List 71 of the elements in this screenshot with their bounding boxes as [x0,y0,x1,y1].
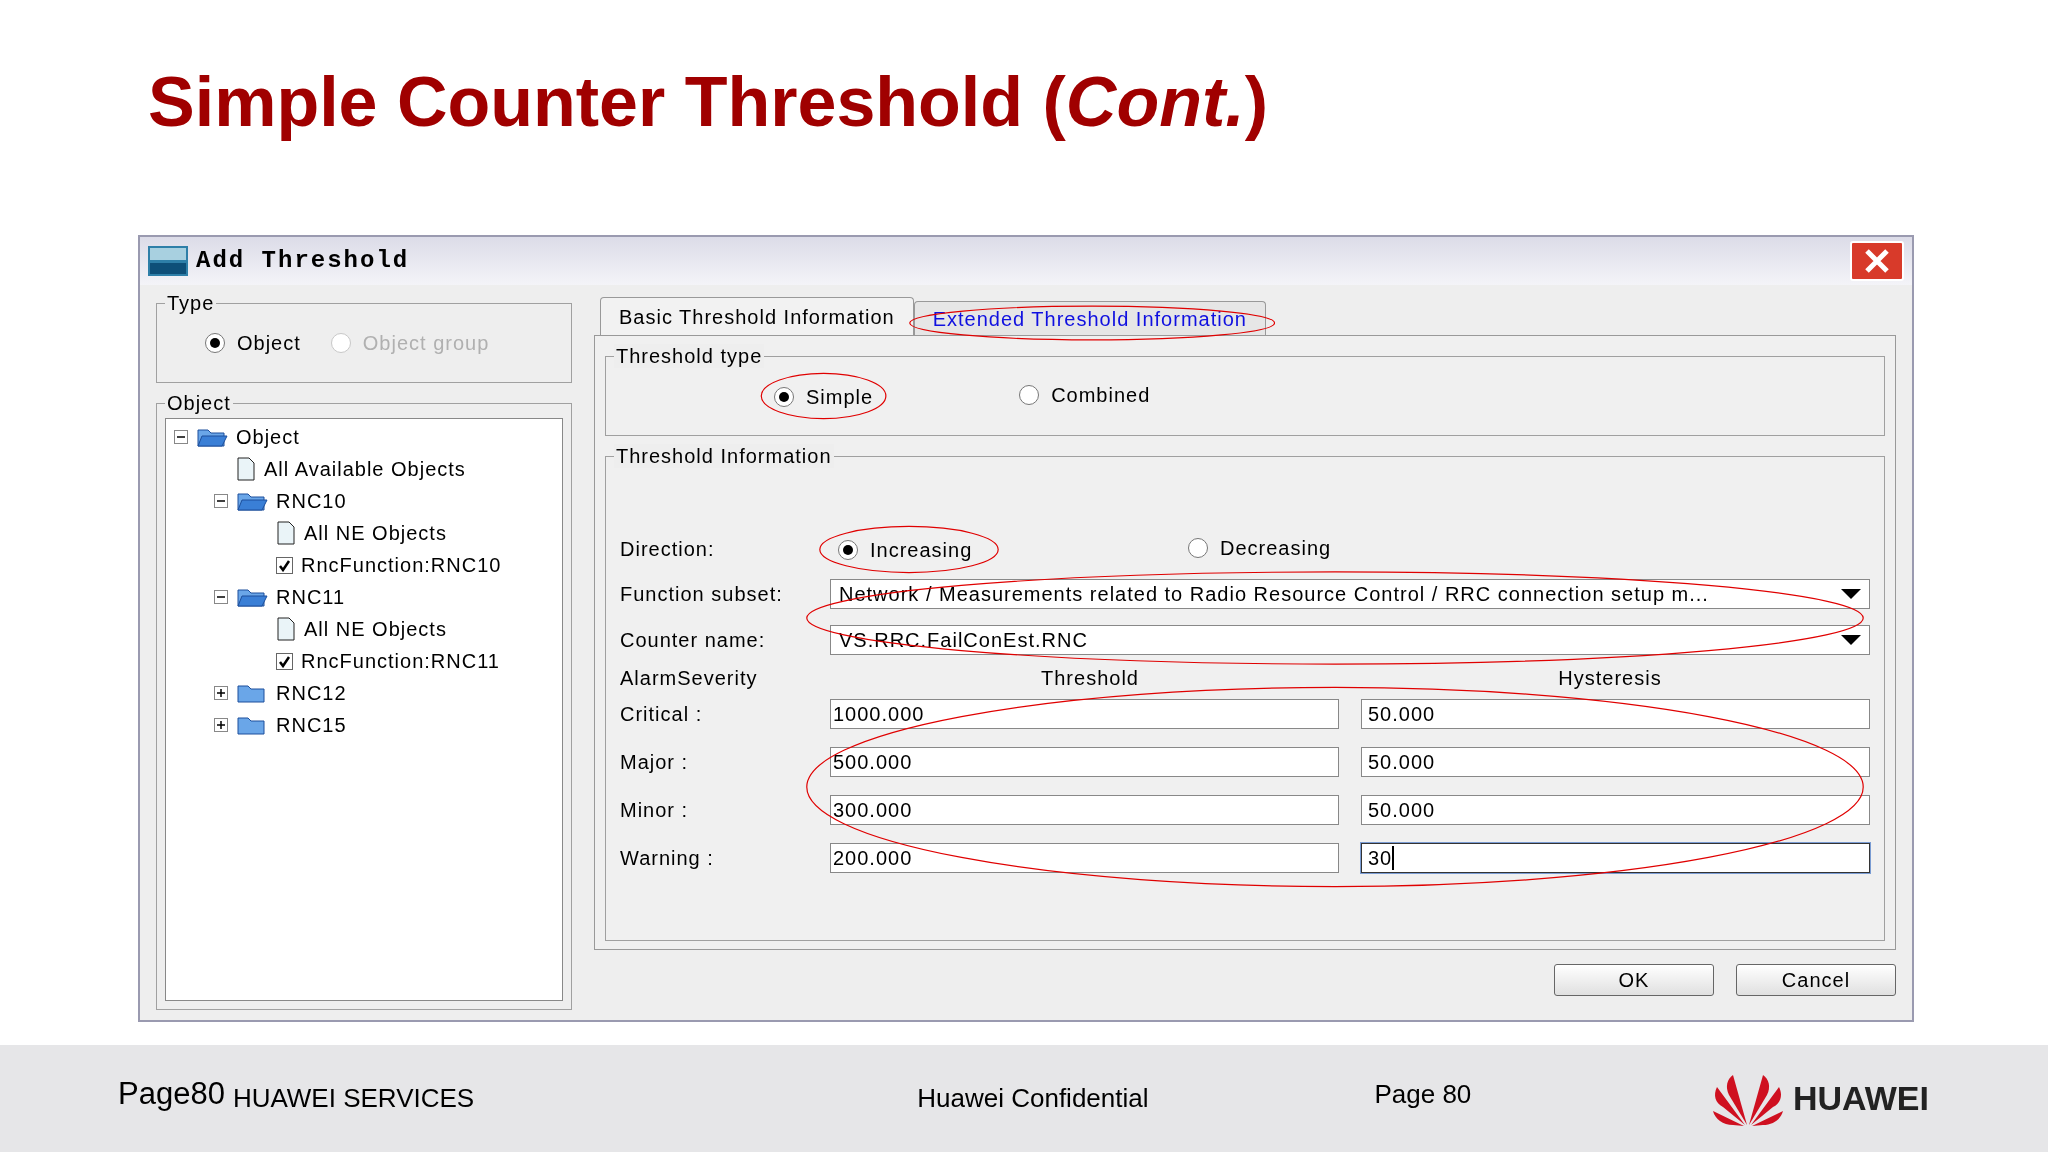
document-icon [276,521,296,545]
tree-item[interactable]: All NE Objects [304,518,447,548]
field-label: Function subset: [620,582,784,607]
app-icon [148,246,188,276]
document-icon [236,457,256,481]
dialog-button[interactable]: OK [1554,964,1714,996]
expand-icon[interactable] [214,718,228,732]
column-header: Threshold [1040,666,1140,691]
brand-name: HUAWEI [1792,1078,1929,1119]
close-button[interactable] [1850,241,1904,281]
tree-item[interactable]: All NE Objects [304,614,447,644]
radio-button[interactable] [838,539,858,560]
row-label: Warning : [620,846,715,871]
folder-icon [196,426,228,448]
radio-label: Object group [362,331,490,356]
collapse-icon[interactable] [214,494,228,508]
radio-label: Combined [1051,382,1151,408]
window-title: Add Threshold [196,246,410,276]
slide-title: Simple Counter Threshold (Cont.) [148,62,1268,143]
radio-label: Simple [806,385,874,410]
tree-item[interactable]: RNC15 [276,710,347,740]
row-label: Major : [620,750,690,775]
threshold-field[interactable]: 1000.000 [830,699,1339,729]
expand-icon[interactable] [214,686,228,700]
column-header: AlarmSeverity [620,666,759,691]
threshold-field[interactable]: 300.000 [830,795,1339,825]
column-header: Hysteresis [1557,666,1663,691]
text-cursor [1392,846,1395,870]
page-number: Page 80 [1373,1078,1473,1111]
document-icon [276,617,296,641]
checkbox[interactable] [276,556,293,574]
tree-item[interactable]: All Available Objects [264,454,466,484]
tree-item[interactable]: RNC11 [276,582,346,612]
radio-button[interactable] [1188,537,1208,558]
collapse-icon[interactable] [174,430,188,444]
folder-icon [236,714,268,736]
footer-text: Huawei Confidential [916,1082,1150,1115]
page-number: Page80 [118,1075,225,1114]
row-label: Critical : [620,702,704,727]
threshold-field[interactable]: 200.000 [830,843,1339,873]
row-label: Minor : [620,798,690,823]
hysteresis-field[interactable]: 50.000 [1361,795,1870,825]
threshold-field[interactable]: 500.000 [830,747,1339,777]
dropdown-arrow-icon [1841,589,1861,599]
collapse-icon[interactable] [214,590,228,604]
tab[interactable]: Extended Threshold Information [913,301,1266,335]
footer-text: HUAWEI SERVICES [232,1082,476,1115]
tree-item[interactable]: RncFunction:RNC10 [301,550,502,580]
close-icon [1864,248,1890,274]
tree-item[interactable]: RNC12 [276,678,347,708]
tree-item[interactable]: RNC10 [276,486,347,516]
dropdown-arrow-icon [1841,635,1861,645]
radio-label: Object [237,331,301,356]
hysteresis-field[interactable]: 50.000 [1361,747,1870,777]
hysteresis-field[interactable]: 50.000 [1361,699,1870,729]
field-label: Direction: [620,537,716,562]
field-label: Counter name: [620,628,767,653]
radio-button[interactable] [774,387,794,407]
radio-label: Increasing [870,537,973,563]
folder-icon [236,490,268,512]
dialog-button[interactable]: Cancel [1736,964,1896,996]
tree-item[interactable]: RncFunction:RNC11 [301,646,500,676]
folder-icon [236,682,268,704]
radio-button[interactable] [1019,384,1040,405]
hysteresis-field[interactable]: 30 [1361,843,1870,873]
checkbox[interactable] [276,652,293,670]
radio-button[interactable] [205,333,225,353]
folder-icon [236,586,268,608]
radio-label: Decreasing [1220,535,1332,561]
tab[interactable]: Basic Threshold Information [600,297,914,335]
tree-item[interactable]: Object [236,422,300,452]
